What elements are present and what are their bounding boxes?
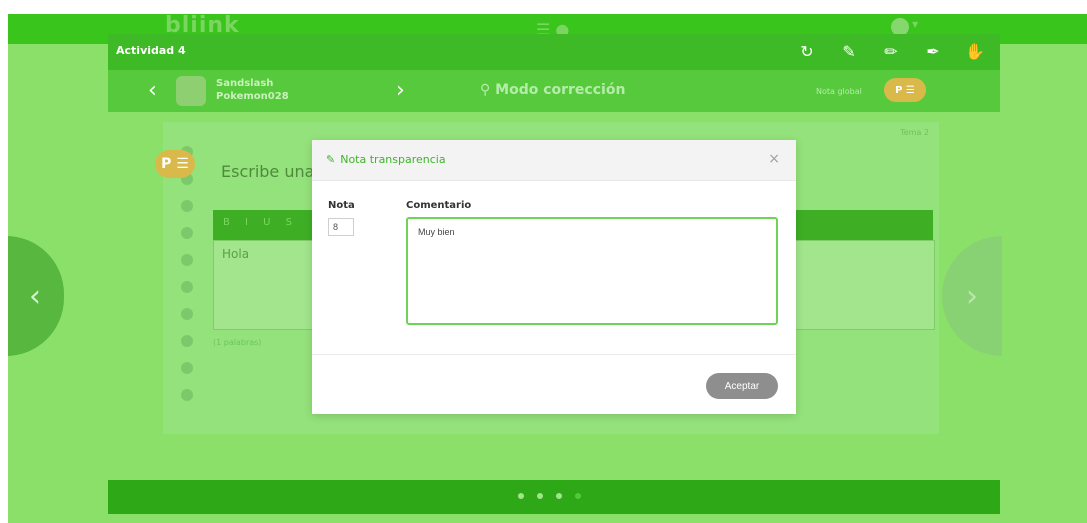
marker-icon[interactable]: ✒ [922, 40, 944, 62]
answer-text: Hola [222, 247, 250, 261]
comment-label: Comentario [406, 200, 472, 211]
activity-bar: Actividad 4 ↻ ✎ ✏ ✒ ✋ [108, 34, 1000, 70]
ring-binding [181, 146, 193, 416]
hand-icon[interactable]: ✋ [964, 40, 986, 62]
ring [181, 254, 193, 266]
grade-dialog: ✎ Nota transparencia × Nota Comentario Mu… [312, 140, 796, 414]
page-indicator [518, 493, 581, 499]
dialog-title-text: Nota transparencia [340, 153, 446, 166]
prev-student-button[interactable]: ‹ [148, 78, 157, 103]
nota-global-label: Nota global [816, 87, 862, 96]
grade-badge[interactable]: P ☰ [884, 78, 926, 102]
search-icon: ⚲ [480, 82, 496, 98]
refresh-icon[interactable]: ↻ [796, 40, 818, 62]
ring [181, 362, 193, 374]
comment-textarea[interactable]: Muy bien [406, 217, 778, 325]
activity-title: Actividad 4 [116, 44, 186, 57]
word-count: (1 palabras) [213, 338, 262, 347]
toolbar: ↻ ✎ ✏ ✒ ✋ [796, 40, 986, 62]
format-buttons[interactable]: B I U S [223, 217, 298, 228]
student-avatar [176, 76, 206, 106]
accept-button[interactable]: Aceptar [706, 373, 778, 399]
pencil-icon: ✎ [326, 153, 336, 166]
tema-label: Tema 2 [900, 128, 929, 137]
pencil-icon[interactable]: ✏ [880, 40, 902, 62]
student-name: Sandslash Pokemon028 [216, 77, 289, 103]
page-dot[interactable] [518, 493, 524, 499]
student-bar: ‹ Sandslash Pokemon028 › ⚲ Modo correcci… [108, 70, 1000, 112]
ring [181, 227, 193, 239]
page-dot-active[interactable] [575, 493, 581, 499]
chevron-right-icon: › [966, 278, 978, 314]
page-dot[interactable] [556, 493, 562, 499]
dialog-divider [312, 354, 796, 355]
page-dot[interactable] [537, 493, 543, 499]
prev-page-button[interactable]: ‹ [8, 236, 64, 356]
dialog-title: ✎ Nota transparencia [326, 153, 446, 166]
question-grade-badge[interactable]: P ☰ [155, 150, 195, 178]
chevron-left-icon: ‹ [29, 278, 41, 314]
ring [181, 335, 193, 347]
close-icon[interactable]: × [768, 151, 780, 167]
ring [181, 200, 193, 212]
grade-label: Nota [328, 200, 355, 211]
ring [181, 389, 193, 401]
ring [181, 308, 193, 320]
question-prompt: Escribe una [221, 162, 315, 181]
grade-input[interactable] [328, 218, 354, 236]
next-page-button[interactable]: › [942, 236, 1002, 356]
brand-logo: bliink [165, 14, 240, 38]
mode-text: Modo corrección [495, 82, 626, 98]
pencil-outline-icon[interactable]: ✎ [838, 40, 860, 62]
ring [181, 281, 193, 293]
student-name-line2: Pokemon028 [216, 91, 289, 102]
student-name-line1: Sandslash [216, 78, 274, 89]
footer-bar [108, 480, 1000, 514]
dialog-header: ✎ Nota transparencia × [312, 140, 796, 181]
mode-label: ⚲ Modo corrección [480, 82, 625, 98]
chevron-down-icon[interactable]: ▼ [912, 20, 918, 29]
next-student-button[interactable]: › [396, 78, 405, 103]
